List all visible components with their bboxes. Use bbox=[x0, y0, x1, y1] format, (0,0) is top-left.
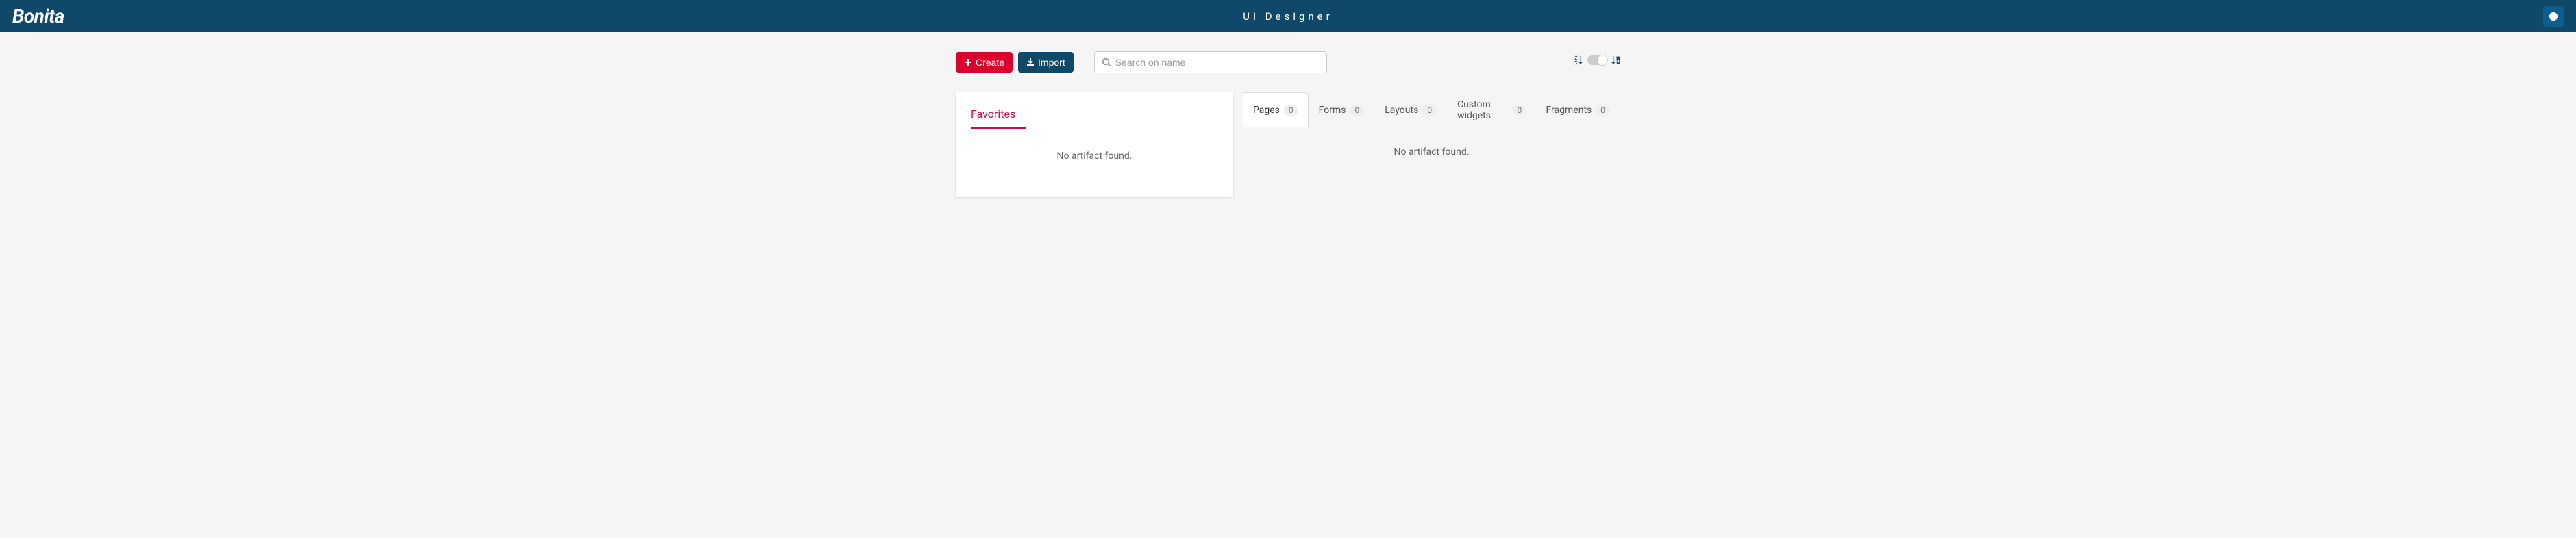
search-wrapper bbox=[1094, 51, 1327, 73]
sort-controls bbox=[1574, 55, 1620, 65]
favorites-empty-message: No artifact found. bbox=[971, 151, 1218, 162]
tab-custom-widgets[interactable]: Custom widgets 0 bbox=[1447, 92, 1535, 127]
tab-label: Custom widgets bbox=[1457, 99, 1508, 121]
search-icon bbox=[1102, 57, 1111, 67]
tab-badge: 0 bbox=[1596, 105, 1610, 116]
tab-forms[interactable]: Forms 0 bbox=[1309, 92, 1375, 127]
search-input[interactable] bbox=[1094, 51, 1327, 73]
tabs-empty-message: No artifact found. bbox=[1243, 127, 1620, 177]
plus-icon bbox=[964, 58, 972, 66]
import-button[interactable]: Import bbox=[1018, 52, 1074, 73]
tabs-area: Pages 0 Forms 0 Layouts 0 Custom widgets… bbox=[1243, 92, 1620, 177]
tabs: Pages 0 Forms 0 Layouts 0 Custom widgets… bbox=[1243, 92, 1620, 127]
toolbar: Create Import bbox=[956, 51, 1620, 73]
tab-fragments[interactable]: Fragments 0 bbox=[1536, 92, 1621, 127]
main-container: Create Import bbox=[956, 32, 1620, 197]
tab-badge: 0 bbox=[1350, 105, 1364, 116]
tab-label: Forms bbox=[1319, 105, 1346, 116]
tab-badge: 0 bbox=[1284, 105, 1298, 116]
sort-toggle[interactable] bbox=[1587, 55, 1607, 65]
help-button[interactable] bbox=[2543, 6, 2564, 27]
toggle-knob bbox=[1597, 55, 1608, 66]
help-icon bbox=[2549, 12, 2558, 21]
sort-date-icon[interactable] bbox=[1611, 55, 1620, 65]
sort-alpha-icon[interactable] bbox=[1574, 55, 1583, 65]
import-icon bbox=[1026, 58, 1035, 66]
tab-label: Fragments bbox=[1546, 105, 1592, 116]
tab-pages[interactable]: Pages 0 bbox=[1243, 92, 1309, 127]
content-row: Favorites No artifact found. Pages 0 For… bbox=[956, 92, 1620, 197]
create-label: Create bbox=[976, 57, 1004, 68]
create-button[interactable]: Create bbox=[956, 52, 1013, 73]
page-title: UI Designer bbox=[1243, 10, 1333, 23]
tab-layouts[interactable]: Layouts 0 bbox=[1374, 92, 1447, 127]
favorites-title: Favorites bbox=[971, 107, 1026, 129]
import-label: Import bbox=[1038, 57, 1065, 68]
app-header: Bonita UI Designer bbox=[0, 0, 2576, 32]
toolbar-right bbox=[1074, 51, 1620, 73]
tab-badge: 0 bbox=[1422, 105, 1437, 116]
logo: Bonita bbox=[12, 5, 64, 27]
tab-badge: 0 bbox=[1513, 105, 1526, 116]
favorites-panel: Favorites No artifact found. bbox=[956, 92, 1233, 197]
tab-label: Pages bbox=[1253, 105, 1280, 116]
tab-label: Layouts bbox=[1385, 105, 1418, 116]
